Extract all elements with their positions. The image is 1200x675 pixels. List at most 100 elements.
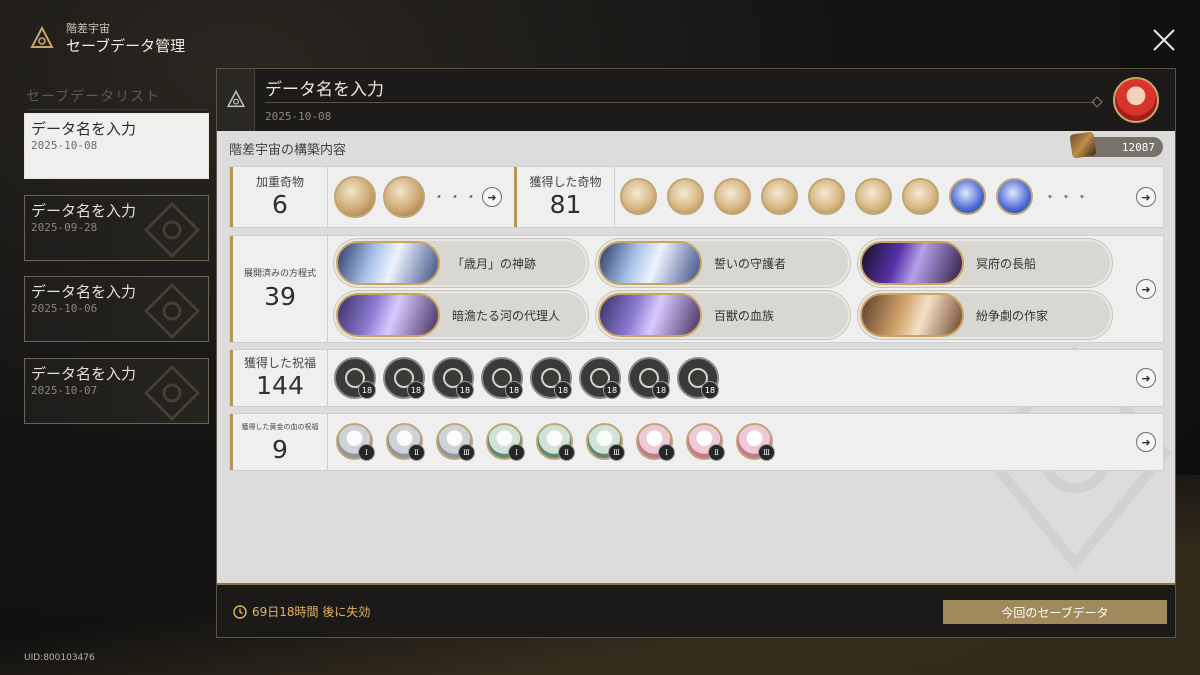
app-subtitle: 階差宇宙 <box>66 22 110 35</box>
golden-blessing-icon[interactable]: Ⅰ <box>336 423 375 461</box>
golden-blessings-count: 獲得した黄金の血の祝福 9 <box>233 414 328 470</box>
curio-item-icon[interactable] <box>949 178 986 215</box>
golden-blessings-row: 獲得した黄金の血の祝福 9 Ⅰ Ⅱ Ⅲ Ⅰ Ⅱ Ⅲ Ⅰ Ⅱ Ⅲ ➜ <box>229 413 1164 471</box>
blessing-icon[interactable]: 18 <box>432 357 474 399</box>
equation-name: 暗澹たる河の代理人 <box>452 308 561 323</box>
equations-arrow-button[interactable]: ➜ <box>1136 279 1156 299</box>
blessing-level: 18 <box>603 381 621 399</box>
save-slot-name: データ名を入力 <box>31 365 137 383</box>
obtained-curios-number: 81 <box>549 190 582 219</box>
more-dots: ・・・ <box>1043 189 1091 206</box>
curio-item-icon[interactable] <box>996 178 1033 215</box>
equation-art <box>336 293 440 337</box>
header-logo-icon <box>217 69 255 131</box>
uid-label: UID:800103476 <box>24 653 95 663</box>
blessing-icon[interactable]: 18 <box>334 357 376 399</box>
save-slot-name: データ名を入力 <box>31 283 137 301</box>
save-slot-1[interactable]: データ名を入力 2025-10-08 <box>24 113 209 179</box>
tier-badge: Ⅱ <box>708 444 725 461</box>
tier-badge: Ⅲ <box>458 444 475 461</box>
obtained-curios-arrow-button[interactable]: ➜ <box>1136 187 1156 207</box>
detail-header: データ名を入力 2025-10-08 <box>217 69 1175 131</box>
golden-blessings-list: Ⅰ Ⅱ Ⅲ Ⅰ Ⅱ Ⅲ Ⅰ Ⅱ Ⅲ <box>336 423 775 461</box>
blessing-icon[interactable]: 18 <box>628 357 670 399</box>
golden-blessing-icon[interactable]: Ⅰ <box>486 423 525 461</box>
curio-item-icon[interactable] <box>761 178 798 215</box>
weighted-curios-arrow-button[interactable]: ➜ <box>482 187 502 207</box>
curio-item-icon[interactable] <box>808 178 845 215</box>
save-name-input[interactable]: データ名を入力 <box>265 75 384 100</box>
golden-blessing-icon[interactable]: Ⅲ <box>736 423 775 461</box>
save-detail-panel: データ名を入力 2025-10-08 階差宇宙の構築内容 12087 加重奇物 … <box>216 68 1176 638</box>
expiry-timer: 69日18時間 後に失効 <box>233 603 370 620</box>
golden-blessings-label: 獲得した黄金の血の祝福 <box>241 423 319 431</box>
equation-name: 誓いの守護者 <box>714 256 787 271</box>
currency-amount: 12087 <box>1121 140 1155 154</box>
blessing-icon[interactable]: 18 <box>481 357 523 399</box>
equation-card[interactable]: 暗澹たる河の代理人 <box>334 291 588 339</box>
weighted-curios-label: 加重奇物 <box>255 175 304 189</box>
save-slot-date: 2025-10-08 <box>31 139 98 152</box>
save-slot-3[interactable]: データ名を入力 2025-10-06 <box>24 276 209 342</box>
golden-blessing-icon[interactable]: Ⅱ <box>536 423 575 461</box>
equation-card[interactable]: 「歳月」の神跡 <box>334 239 588 287</box>
blessings-list: 18 18 18 18 18 18 18 18 <box>334 357 719 399</box>
tier-badge: Ⅰ <box>508 444 525 461</box>
equations-row: 展開済みの方程式 39 「歳月」の神跡 誓いの守護者 冥府の長船 暗澹たる河の代… <box>229 235 1164 343</box>
obtained-curios-count: 獲得した奇物 81 <box>517 167 615 227</box>
blessing-icon[interactable]: 18 <box>579 357 621 399</box>
save-slot-date: 2025-10-06 <box>31 302 98 315</box>
save-slot-4[interactable]: データ名を入力 2025-10-07 <box>24 358 209 424</box>
close-icon[interactable] <box>1150 26 1178 54</box>
equation-card[interactable]: 紛争劇の作家 <box>858 291 1112 339</box>
blessing-level: 18 <box>652 381 670 399</box>
section-title: 階差宇宙の構築内容 <box>229 143 347 158</box>
blessing-icon[interactable]: 18 <box>530 357 572 399</box>
blessing-icon[interactable]: 18 <box>383 357 425 399</box>
blessings-count: 獲得した祝福 144 <box>233 350 328 406</box>
obtained-curios-list: ・・・ <box>620 178 1091 215</box>
blessings-number: 144 <box>256 371 304 400</box>
equations-count: 展開済みの方程式 39 <box>233 236 328 342</box>
weighted-curios-number: 6 <box>272 190 288 219</box>
golden-blessing-icon[interactable]: Ⅱ <box>686 423 725 461</box>
equation-card[interactable]: 誓いの守護者 <box>596 239 850 287</box>
blessing-icon[interactable]: 18 <box>677 357 719 399</box>
save-date: 2025-10-08 <box>265 110 332 123</box>
diamond-icon <box>1091 96 1103 108</box>
tier-badge: Ⅲ <box>608 444 625 461</box>
golden-blessing-icon[interactable]: Ⅰ <box>636 423 675 461</box>
curio-item-icon[interactable] <box>383 176 425 218</box>
curio-item-icon[interactable] <box>714 178 751 215</box>
equation-name: 冥府の長船 <box>976 256 1037 271</box>
curio-item-icon[interactable] <box>855 178 892 215</box>
save-slot-2[interactable]: データ名を入力 2025-09-28 <box>24 195 209 261</box>
equation-card[interactable]: 百獣の血族 <box>596 291 850 339</box>
tier-badge: Ⅰ <box>658 444 675 461</box>
curio-item-icon[interactable] <box>334 176 376 218</box>
current-save-button[interactable]: 今回のセーブデータ <box>943 600 1167 624</box>
curio-item-icon[interactable] <box>667 178 704 215</box>
blessing-level: 18 <box>701 381 719 399</box>
golden-blessing-icon[interactable]: Ⅲ <box>586 423 625 461</box>
tier-badge: Ⅰ <box>358 444 375 461</box>
blessings-row: 獲得した祝福 144 18 18 18 18 18 18 18 18 ➜ <box>229 349 1164 407</box>
app-header: 階差宇宙 セーブデータ管理 <box>28 22 185 56</box>
save-slot-name: データ名を入力 <box>31 120 137 138</box>
golden-blessing-icon[interactable]: Ⅱ <box>386 423 425 461</box>
equation-art <box>336 241 440 285</box>
save-list-title: セーブデータリスト <box>26 86 208 110</box>
golden-blessing-icon[interactable]: Ⅲ <box>436 423 475 461</box>
curio-item-icon[interactable] <box>902 178 939 215</box>
blessing-level: 18 <box>407 381 425 399</box>
equation-name: 紛争劇の作家 <box>976 308 1049 323</box>
save-slot-date: 2025-09-28 <box>31 221 98 234</box>
golden-blessings-number: 9 <box>272 435 288 464</box>
equation-art <box>598 241 702 285</box>
curio-item-icon[interactable] <box>620 178 657 215</box>
blessings-arrow-button[interactable]: ➜ <box>1136 368 1156 388</box>
equation-card[interactable]: 冥府の長船 <box>858 239 1112 287</box>
blessing-level: 18 <box>358 381 376 399</box>
golden-blessings-arrow-button[interactable]: ➜ <box>1136 432 1156 452</box>
clock-icon <box>233 604 247 619</box>
